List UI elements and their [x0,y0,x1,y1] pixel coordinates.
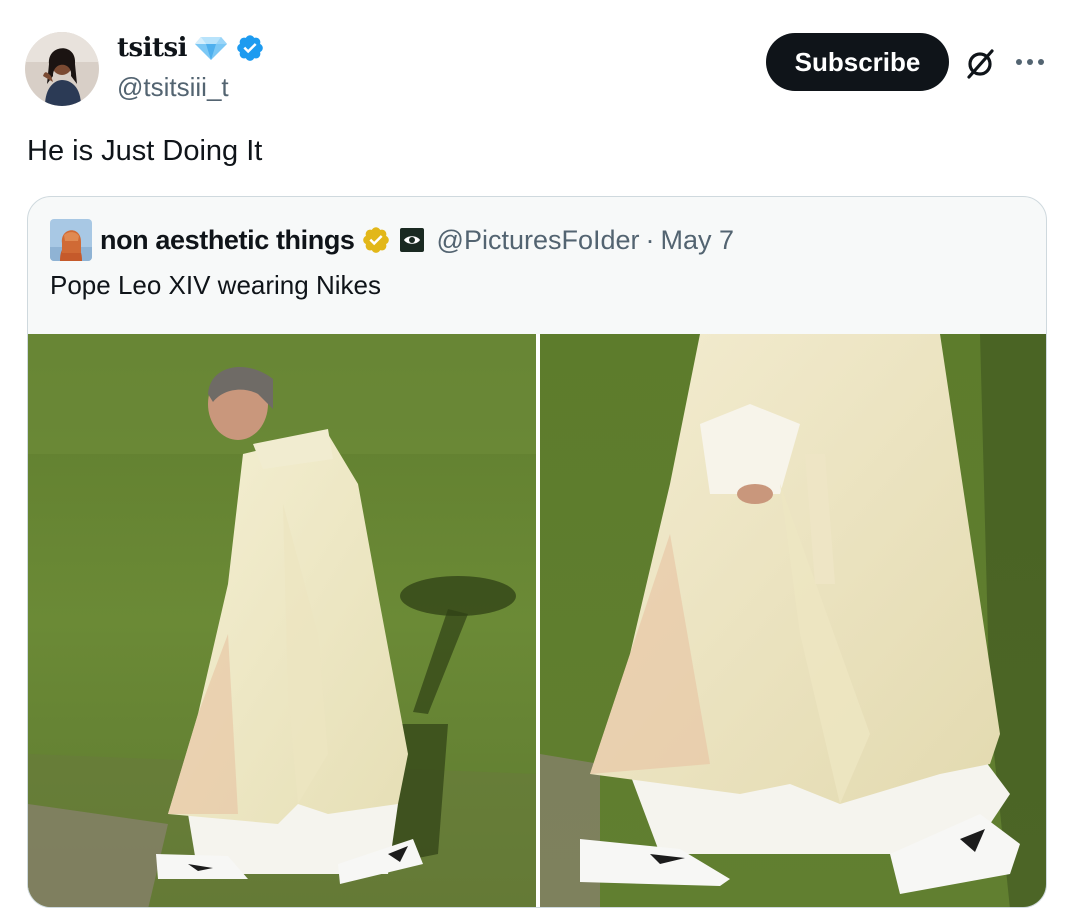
subscribe-button[interactable]: Subscribe [766,33,949,91]
tweet-text: He is Just Doing It [27,135,263,167]
affiliate-badge-icon[interactable] [399,227,425,253]
media-grid [28,334,1046,907]
quote-date[interactable]: May 7 [661,225,735,256]
photo-side-view[interactable] [28,334,536,907]
user-handle[interactable]: @tsitsiii_t [117,72,229,102]
display-name-text[interactable]: tsitsi [117,33,188,63]
diamond-icon [194,35,228,61]
verified-badge-icon[interactable] [235,33,265,63]
quote-display-name[interactable]: non aesthetic things [100,225,355,256]
quote-handle[interactable]: @PicturesFoIder [437,225,640,256]
grok-icon[interactable] [962,46,998,82]
quote-tweet-card[interactable]: non aesthetic things @PicturesFoIder · M… [27,196,1047,908]
quote-header: non aesthetic things @PicturesFoIder · M… [50,217,734,263]
gold-verified-badge-icon[interactable] [361,225,391,255]
quote-avatar[interactable] [50,219,92,261]
display-name[interactable]: tsitsi [117,33,265,63]
avatar[interactable] [25,32,99,106]
separator-dot: · [645,224,655,255]
more-icon[interactable] [1010,46,1050,78]
photo-closeup-view[interactable] [540,334,1046,907]
quote-text: Pope Leo XIV wearing Nikes [50,270,381,300]
